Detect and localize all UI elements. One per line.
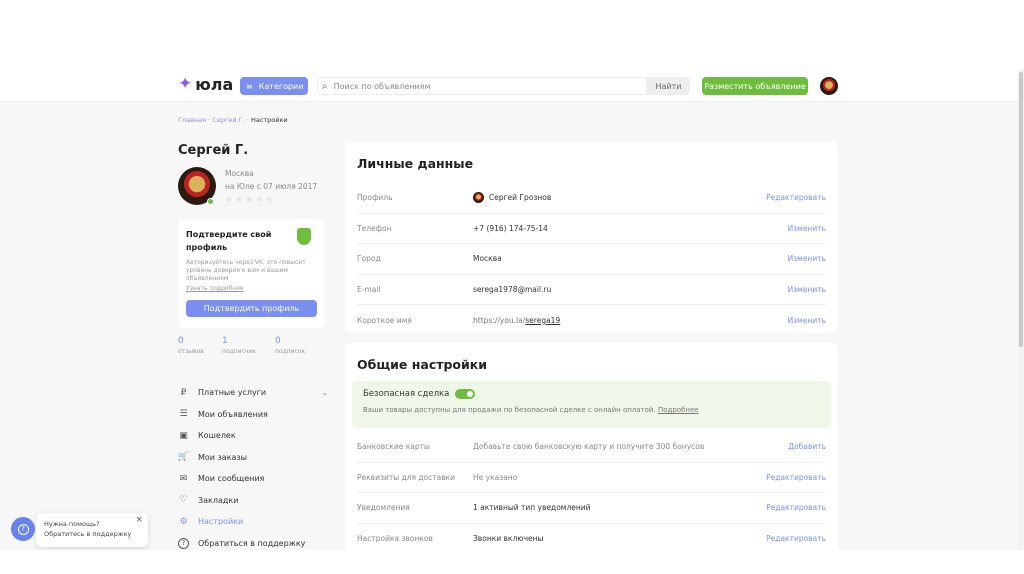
row-profile: Профиль Сергей Грознов Редактировать — [357, 183, 826, 214]
row-delivery: Реквизиты для доставки Не указано Редактир… — [357, 463, 826, 493]
sidebar-item-support[interactable]: ? Обратиться в поддержку — [178, 533, 328, 555]
row-bank-cards: Банковские карты Добавьте свою банковскую… — [357, 432, 826, 463]
profile-city: Москва — [225, 169, 254, 178]
search-icon: ⌕ — [322, 80, 328, 92]
safe-deal-toggle[interactable] — [455, 389, 476, 399]
verify-profile-card: Подтвердите свой профиль Авторизуйтесь ч… — [178, 219, 325, 328]
help-button[interactable]: ? — [11, 517, 35, 541]
section-title: Общие настройки — [357, 357, 488, 372]
user-avatar[interactable] — [820, 77, 838, 95]
breadcrumb-user[interactable]: Сергей Г. — [212, 116, 244, 124]
row-calls: Настройка звонков Звонки включены Редактир… — [357, 534, 826, 544]
personal-data-card: Личные данные Профиль Сергей Грознов Редак… — [345, 142, 838, 333]
change-city-link[interactable]: Изменить — [788, 254, 826, 263]
row-short-name: Короткое имя https://you.la/serega19 Измен… — [357, 315, 826, 325]
sidebar-menu: ₽ Платные услуги ⌄ ☰ Мои объявления ▣ Кошеле… — [178, 382, 328, 554]
general-settings-card: Общие настройки Безопасная сделка Ваши т… — [345, 343, 838, 550]
short-name-link[interactable]: serega19 — [525, 316, 560, 325]
stat-followers[interactable]: 1 подписчик — [222, 336, 256, 355]
online-dot — [207, 198, 214, 205]
find-button[interactable]: Найти — [647, 77, 690, 95]
sidebar-item-orders[interactable]: 🛒 Мои заказы — [178, 447, 328, 469]
sparkle-logo-icon: ✦ — [178, 74, 193, 94]
sidebar-item-settings[interactable]: ⚙ Настройки — [178, 511, 328, 533]
stat-reviews[interactable]: 0 отзывов — [178, 336, 204, 355]
help-tooltip: Нужна помощь? Обратитесь в поддержку × — [36, 513, 148, 547]
edit-profile-link[interactable]: Редактировать — [766, 193, 826, 202]
breadcrumb: Главная · Сергей Г. · Настройки — [178, 116, 288, 124]
heart-icon: ♡ — [179, 495, 188, 506]
row-email: E-mail serega1978@mail.ru Изменить — [357, 275, 826, 305]
cart-icon: 🛒 — [177, 452, 190, 463]
sidebar-item-my-ads[interactable]: ☰ Мои объявления — [178, 404, 328, 426]
post-ad-button[interactable]: Разместить объявление — [702, 77, 808, 95]
sidebar-item-messages[interactable]: ✉ Мои сообщения — [178, 468, 328, 490]
categories-button[interactable]: ≡ Категории — [240, 77, 308, 95]
safe-deal-panel: Безопасная сделка Ваши товары доступны д… — [352, 381, 831, 428]
stat-following[interactable]: 0 подписок — [275, 336, 305, 355]
verify-profile-button[interactable]: Подтвердить профиль — [186, 300, 317, 317]
row-phone: Телефон +7 (916) 174-75-14 Изменить — [357, 214, 826, 244]
edit-delivery-link[interactable]: Редактировать — [766, 473, 826, 482]
sidebar-item-paid-services[interactable]: ₽ Платные услуги ⌄ — [178, 382, 328, 404]
breadcrumb-current: Настройки — [250, 116, 288, 124]
breadcrumb-home[interactable]: Главная — [178, 116, 206, 124]
row-notifications: Уведомления 1 активный тип уведомлений Ред… — [357, 493, 826, 524]
menu-icon: ≡ — [246, 81, 253, 91]
safe-deal-more-link[interactable]: Подробнее — [658, 406, 699, 414]
gear-icon: ⚙ — [179, 516, 188, 527]
sidebar-item-bookmarks[interactable]: ♡ Закладки — [178, 490, 328, 512]
question-icon: ? — [17, 523, 29, 535]
question-icon: ? — [178, 537, 189, 549]
section-title: Личные данные — [357, 156, 474, 171]
chevron-down-icon: ⌄ — [322, 388, 328, 397]
search-input[interactable]: ⌕ Поиск по объявлениям — [317, 77, 647, 95]
profile-since: на Юле с 07 июля 2017 — [225, 182, 318, 191]
rating-stars: ★★★★★ — [225, 195, 276, 205]
wallet-icon: ▣ — [179, 430, 188, 441]
row-city: Город Москва Изменить — [357, 244, 826, 275]
sidebar-item-wallet[interactable]: ▣ Кошелек — [178, 425, 328, 447]
close-icon[interactable]: × — [135, 515, 143, 525]
change-phone-link[interactable]: Изменить — [788, 224, 826, 233]
scrollbar-thumb[interactable] — [1019, 72, 1023, 347]
shield-icon — [297, 228, 311, 245]
envelope-icon: ✉ — [179, 473, 188, 484]
edit-notifications-link[interactable]: Редактировать — [766, 503, 826, 512]
edit-calls-link[interactable]: Редактировать — [766, 534, 826, 543]
ruble-icon: ₽ — [180, 387, 187, 398]
learn-more-link[interactable]: Узнать подробнее — [186, 285, 317, 292]
profile-name: Сергей Г. — [178, 143, 249, 158]
logo[interactable]: ✦ юла — [178, 74, 233, 94]
mini-avatar — [473, 192, 484, 204]
change-email-link[interactable]: Изменить — [788, 285, 826, 294]
add-card-link[interactable]: Добавить — [788, 442, 826, 451]
change-short-name-link[interactable]: Изменить — [788, 316, 826, 325]
list-icon: ☰ — [179, 409, 188, 420]
